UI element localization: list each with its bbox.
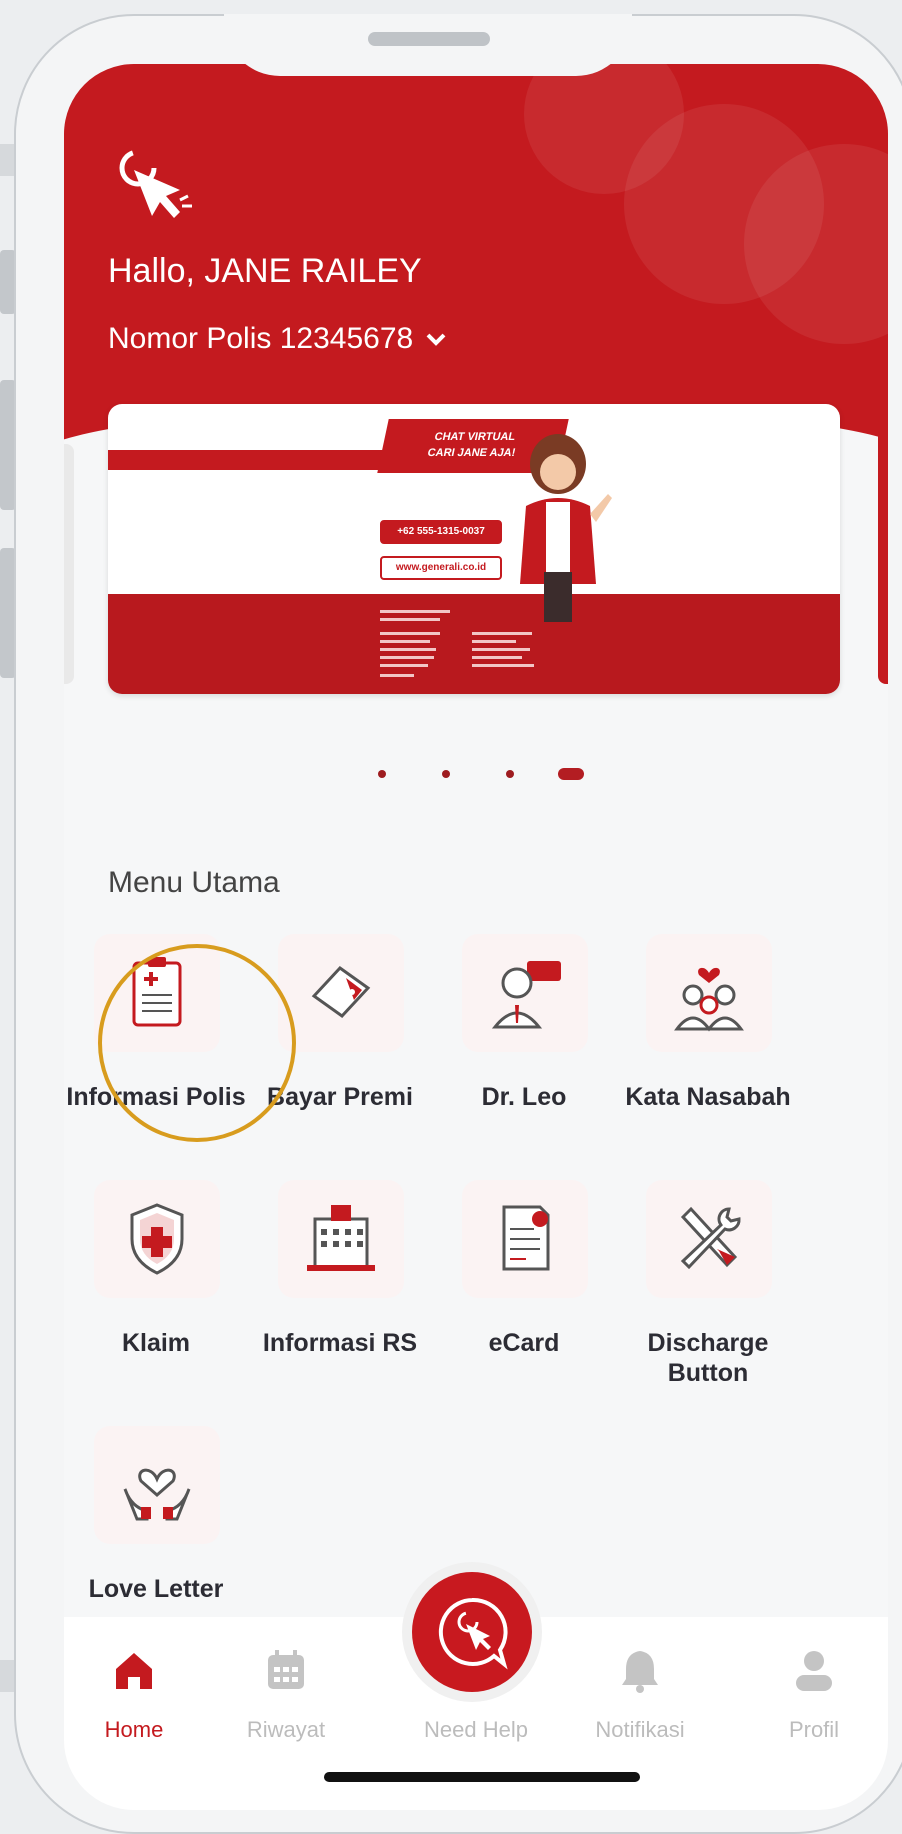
doctor-chat-icon <box>491 961 561 1029</box>
menu-item-label: Informasi RS <box>262 1329 418 1357</box>
menu-icon-box <box>462 934 588 1052</box>
menu-icon-box <box>94 1426 220 1544</box>
hospital-icon <box>307 1205 375 1271</box>
policy-number-label: Nomor Polis 12345678 <box>108 322 414 355</box>
user-icon <box>796 1651 832 1691</box>
carousel-dot[interactable] <box>506 770 514 778</box>
menu-icon-box <box>94 1180 220 1298</box>
banner-stripe <box>108 450 398 470</box>
heart-hands-icon <box>123 1468 191 1521</box>
phone-speaker <box>368 32 490 46</box>
nav-item-notifikasi[interactable]: Notifikasi <box>570 1647 710 1743</box>
menu-icon-box <box>278 934 404 1052</box>
bell-icon <box>622 1651 658 1693</box>
wallet-icon <box>311 966 371 1018</box>
chat-help-icon <box>438 1597 508 1670</box>
menu-icon-box <box>646 1180 772 1298</box>
phone-frame: Hallo, JANE RAILEY Nomor Polis 12345678 … <box>14 14 902 1834</box>
calendar-icon <box>268 1650 304 1689</box>
policy-selector[interactable]: Nomor Polis 12345678 <box>108 322 447 356</box>
banner-phone: +62 555-1315-0037 <box>380 520 502 544</box>
menu-icon-box <box>278 1180 404 1298</box>
app-screen: Hallo, JANE RAILEY Nomor Polis 12345678 … <box>64 64 888 1810</box>
nav-item-profil[interactable]: Profil <box>744 1647 884 1743</box>
menu-item-label: Klaim <box>121 1329 191 1357</box>
banner-text-lines <box>380 610 534 677</box>
nav-item-home[interactable]: Home <box>64 1647 204 1743</box>
nav-label: Riwayat <box>246 1717 326 1742</box>
menu-item-label: Discharge Button <box>647 1329 769 1387</box>
menu-item-label: eCard <box>488 1329 560 1357</box>
nav-item-riwayat[interactable]: Riwayat <box>216 1647 356 1743</box>
menu-item-label: Dr. Leo <box>481 1083 567 1111</box>
assistant-illustration <box>520 434 612 622</box>
carousel-dot[interactable] <box>378 770 386 778</box>
family-heart-icon <box>674 967 744 1032</box>
next-slide-peek <box>878 414 888 684</box>
shield-cross-icon <box>130 1203 184 1275</box>
tools-icon <box>680 1206 741 1270</box>
nav-label: Home <box>104 1717 164 1742</box>
carousel-dot-active[interactable] <box>558 768 584 780</box>
carousel-pagination <box>64 766 888 786</box>
banner-website: www.generali.co.id <box>380 556 502 580</box>
home-indicator <box>324 1772 640 1782</box>
greeting-text: Hallo, JANE RAILEY <box>108 252 422 290</box>
menu-icon-box <box>462 1180 588 1298</box>
nav-label: Need Help <box>424 1717 528 1742</box>
menu-item-label: Kata Nasabah <box>625 1083 791 1111</box>
menu-title: Menu Utama <box>108 866 280 899</box>
menu-item-label: Love Letter <box>88 1575 224 1603</box>
promo-banner[interactable]: CHAT VIRTUAL CARI JANE AJA! +62 555-1315… <box>108 404 840 694</box>
card-document-icon <box>502 1205 550 1271</box>
menu-icon-box <box>646 934 772 1052</box>
chevron-down-icon <box>426 333 446 346</box>
need-help-button[interactable] <box>412 1572 532 1692</box>
nav-label: Profil <box>788 1717 840 1742</box>
highlight-ring <box>98 944 296 1142</box>
home-icon <box>116 1653 152 1689</box>
nav-label: Notifikasi <box>595 1717 685 1742</box>
carousel-dot[interactable] <box>442 770 450 778</box>
prev-slide-peek <box>64 444 74 684</box>
app-logo-icon <box>119 149 192 218</box>
